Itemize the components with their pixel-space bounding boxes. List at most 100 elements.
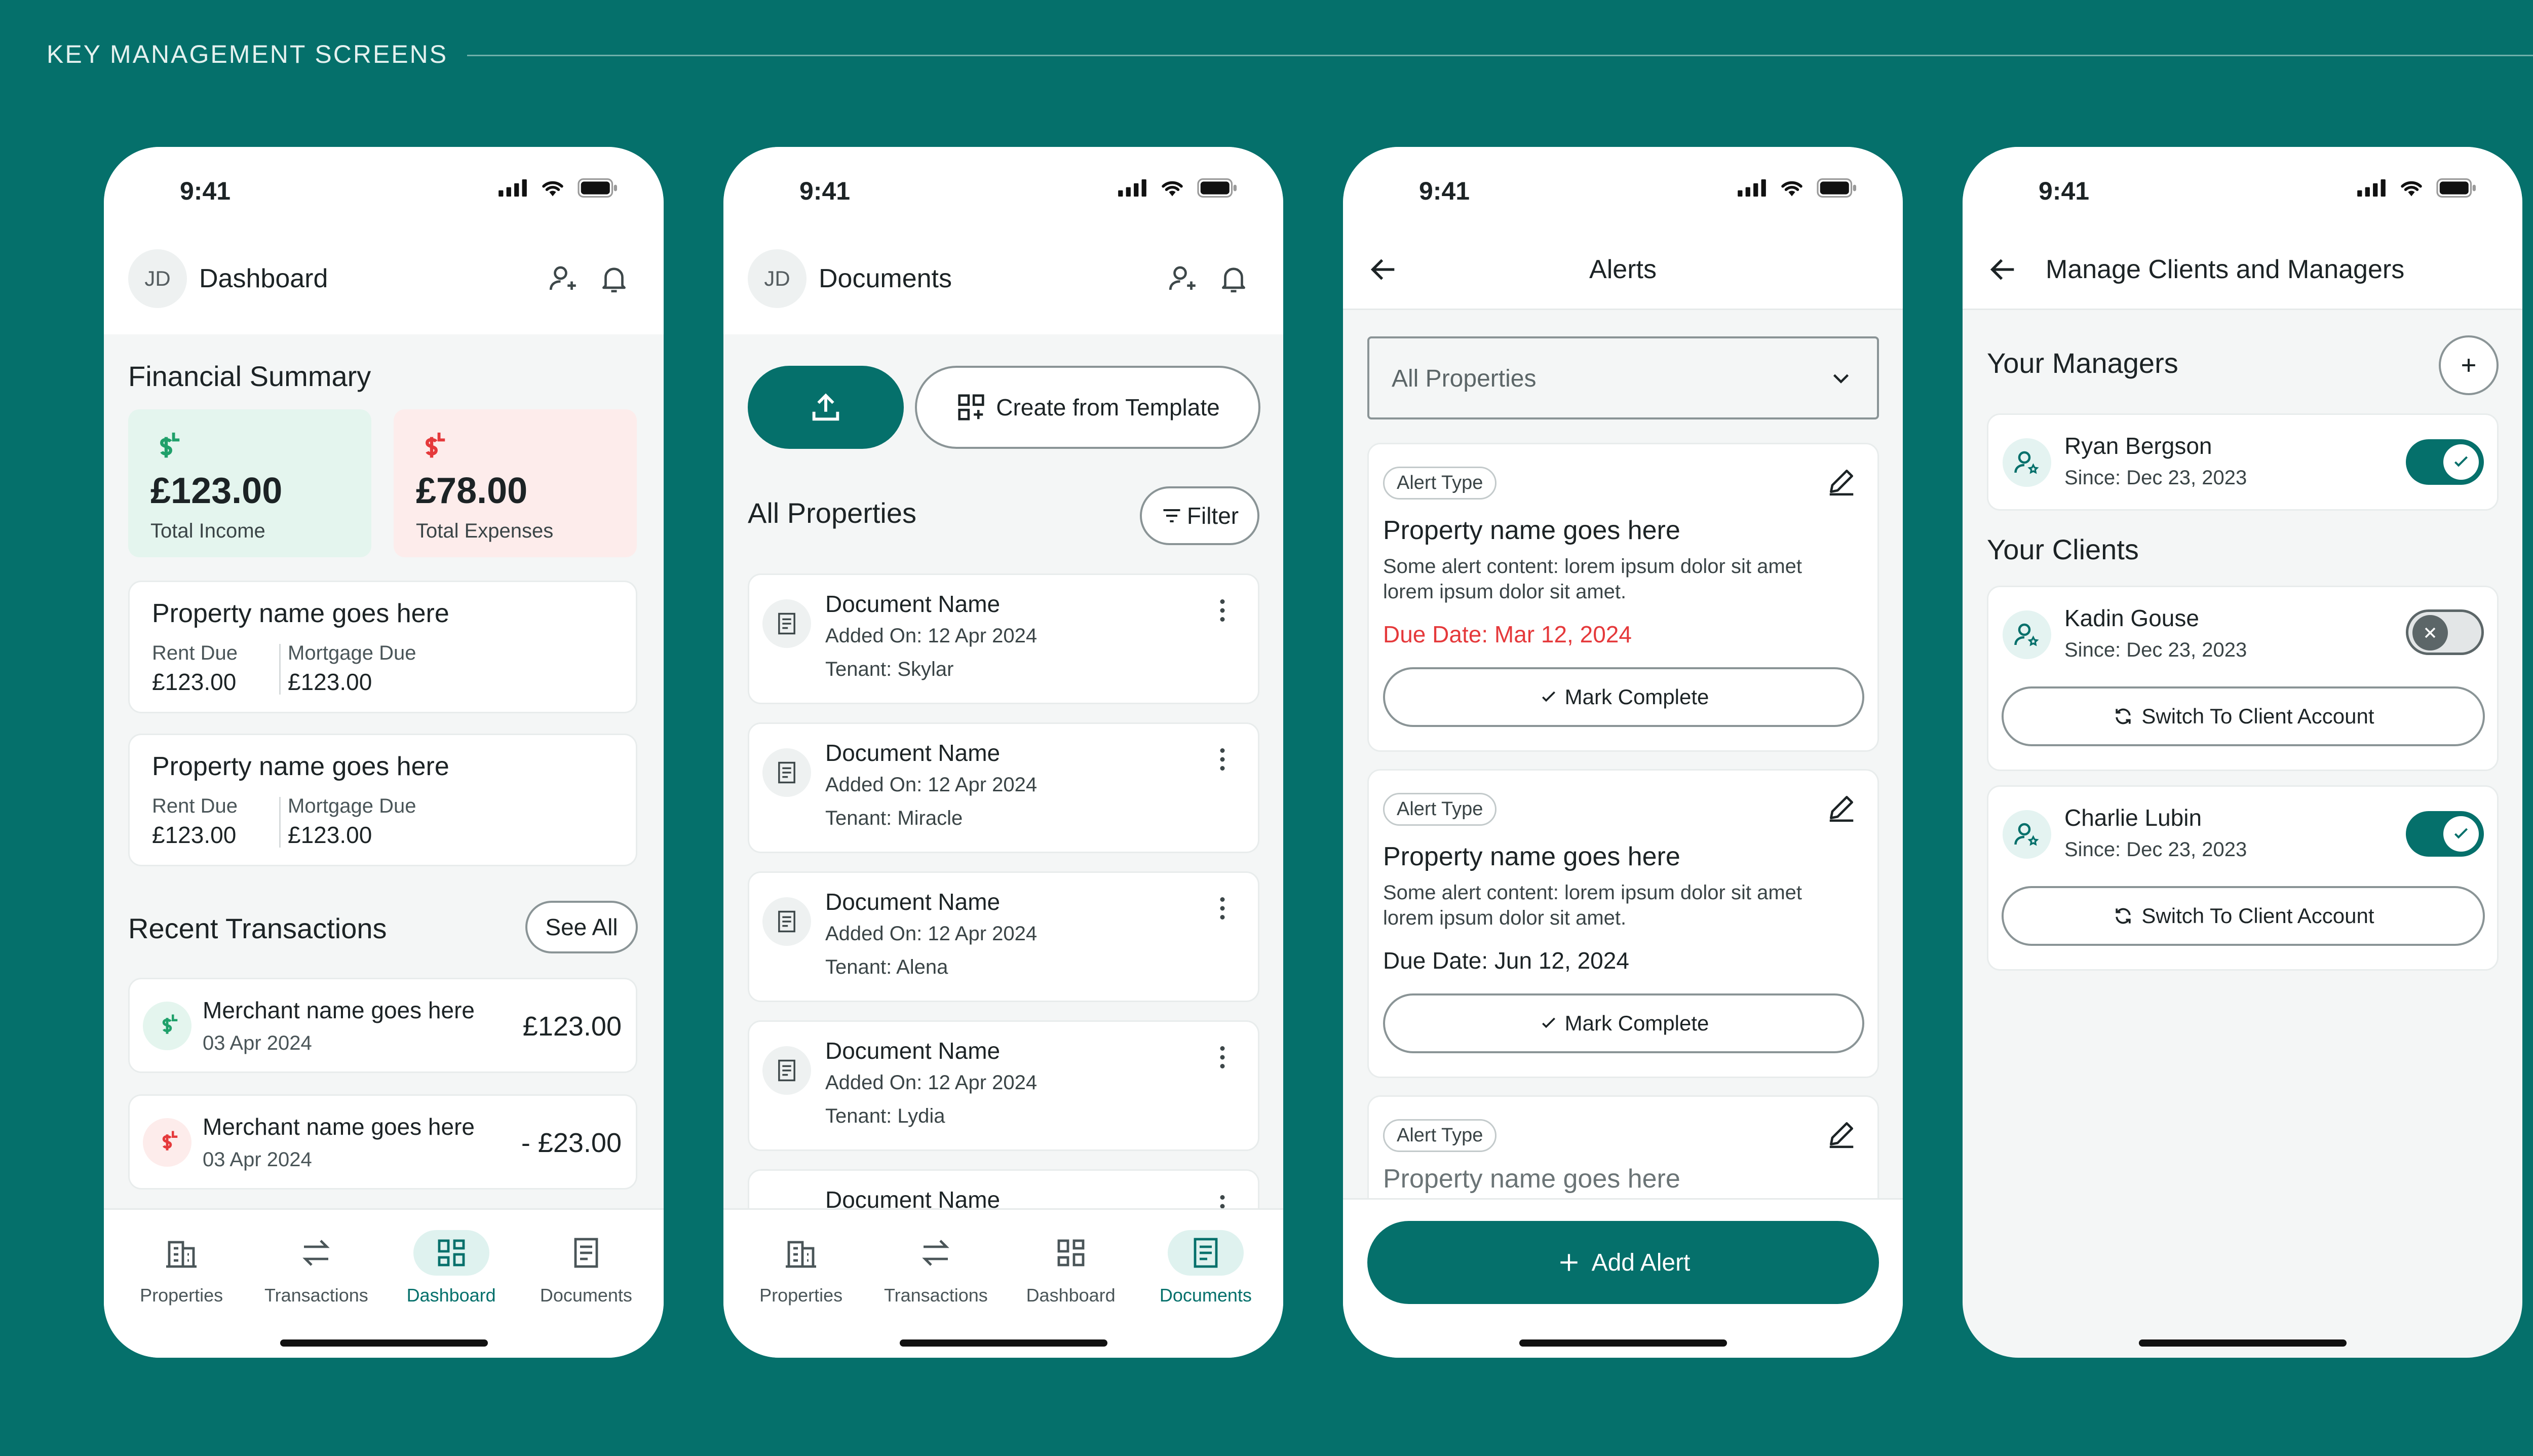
nav-label: Documents <box>1159 1285 1252 1306</box>
filter-button[interactable]: Filter <box>1140 486 1259 545</box>
toggle-knob <box>2443 444 2479 480</box>
status-time: 9:41 <box>2039 177 2090 205</box>
close-icon <box>2425 627 2436 638</box>
wifi-icon <box>1159 179 1186 197</box>
bell-icon <box>597 262 631 295</box>
section-title-your-clients: Your Clients <box>1987 533 2139 565</box>
mark-complete-button[interactable]: Mark Complete <box>1383 993 1864 1053</box>
transaction-date: 03 Apr 2024 <box>203 1148 312 1171</box>
income-card[interactable]: £123.00 Total Income <box>128 409 371 557</box>
add-manager-button[interactable] <box>2439 335 2499 395</box>
dollar-out-icon <box>153 1129 181 1156</box>
transaction-row[interactable]: Merchant name goes here 03 Apr 2024 £123… <box>128 978 637 1073</box>
document-row[interactable]: Document Name Added On: 12 Apr 2024 Tena… <box>748 871 1259 1002</box>
switch-account-label: Switch To Client Account <box>2141 904 2374 928</box>
nav-item-properties[interactable]: Properties <box>740 1230 862 1306</box>
person-star-icon <box>2012 447 2042 478</box>
expense-card[interactable]: £78.00 Total Expenses <box>394 409 637 557</box>
nav-item-dashboard[interactable]: Dashboard <box>391 1230 512 1306</box>
notifications-button[interactable] <box>589 253 639 304</box>
add-alert-label: Add Alert <box>1591 1249 1691 1276</box>
document-row[interactable]: Document Name Added On: 12 Apr 2024 Tena… <box>748 573 1259 704</box>
mark-complete-label: Mark Complete <box>1564 685 1709 709</box>
status-time: 9:41 <box>180 177 231 205</box>
document-icon-badge <box>762 897 811 946</box>
nav-item-properties[interactable]: Properties <box>121 1230 242 1306</box>
document-added: Added On: 12 Apr 2024 <box>825 923 1038 945</box>
transaction-amount: £123.00 <box>522 1011 622 1042</box>
switch-account-button[interactable]: Switch To Client Account <box>2002 886 2485 946</box>
edit-icon[interactable] <box>1826 1118 1857 1150</box>
document-tenant: Tenant: Alena <box>825 956 948 978</box>
transaction-row[interactable]: Merchant name goes here 03 Apr 2024 - £2… <box>128 1094 637 1190</box>
more-icon[interactable] <box>1207 893 1238 924</box>
edit-icon[interactable] <box>1826 792 1857 823</box>
client-toggle[interactable] <box>2406 609 2484 655</box>
dollar-in-icon <box>148 430 184 465</box>
profile-button[interactable] <box>538 253 589 304</box>
more-icon[interactable] <box>1207 595 1238 626</box>
toggle-knob <box>2443 816 2479 852</box>
nav-item-documents[interactable]: Documents <box>525 1230 647 1306</box>
mortgage-label: Mortgage Due <box>288 642 416 664</box>
mortgage-label: Mortgage Due <box>288 795 416 817</box>
client-row[interactable]: Charlie Lubin Since: Dec 23, 2023 Switch… <box>1987 785 2499 971</box>
alert-card[interactable]: Alert Type Property name goes here Some … <box>1367 443 1879 752</box>
property-card[interactable]: Property name goes here Rent Due £123.00… <box>128 734 637 866</box>
building-icon <box>783 1235 819 1271</box>
transaction-amount: - £23.00 <box>521 1128 622 1158</box>
create-template-button[interactable]: Create from Template <box>915 366 1260 449</box>
manager-toggle[interactable] <box>2406 439 2484 485</box>
expense-label: Total Expenses <box>416 520 554 542</box>
plus-icon <box>2462 359 2475 372</box>
client-row[interactable]: Kadin Gouse Since: Dec 23, 2023 Switch T… <box>1987 586 2499 771</box>
nav-item-documents[interactable]: Documents <box>1145 1230 1267 1306</box>
document-icon <box>568 1235 604 1271</box>
alert-content: Some alert content: lorem ipsum dolor si… <box>1383 555 1802 603</box>
more-icon[interactable] <box>1207 1042 1238 1072</box>
property-card[interactable]: Property name goes here Rent Due £123.00… <box>128 581 637 713</box>
alert-card[interactable]: Alert Type Property name goes here Some … <box>1367 769 1879 1078</box>
add-alert-button[interactable]: Add Alert <box>1367 1221 1879 1304</box>
signal-icon <box>2356 179 2387 197</box>
switch-account-button[interactable]: Switch To Client Account <box>2002 686 2485 746</box>
check-icon <box>2454 456 2468 467</box>
edit-icon[interactable] <box>1826 466 1857 497</box>
back-arrow-icon[interactable] <box>1987 253 2019 286</box>
document-row[interactable]: Document Name Added On: 12 Apr 2024 Tena… <box>748 722 1259 853</box>
refresh-icon <box>2112 905 2134 927</box>
manager-row[interactable]: Ryan Bergson Since: Dec 23, 2023 <box>1987 413 2499 511</box>
upload-button[interactable] <box>748 366 904 449</box>
person-star-icon <box>2012 819 2042 850</box>
bell-icon <box>1217 262 1250 295</box>
nav-item-dashboard[interactable]: Dashboard <box>1010 1230 1132 1306</box>
nav-label: Transactions <box>264 1285 368 1306</box>
document-row[interactable]: Document Name Added On: 12 Apr 2024 Tena… <box>748 1020 1259 1151</box>
profile-button[interactable] <box>1158 253 1208 304</box>
notifications-button[interactable] <box>1208 253 1259 304</box>
nav-item-transactions[interactable]: Transactions <box>255 1230 377 1306</box>
toggle-knob <box>2412 615 2448 650</box>
more-icon[interactable] <box>1207 744 1238 775</box>
alert-property: Property name goes here <box>1383 1164 1680 1194</box>
client-toggle[interactable] <box>2406 811 2484 857</box>
check-icon <box>2454 828 2468 839</box>
screen-title: Dashboard <box>199 264 328 293</box>
property-select[interactable]: All Properties <box>1367 336 1879 419</box>
document-added: Added On: 12 Apr 2024 <box>825 774 1038 796</box>
mark-complete-button[interactable]: Mark Complete <box>1383 667 1864 727</box>
rent-value: £123.00 <box>152 669 237 695</box>
avatar[interactable]: JD <box>748 249 807 308</box>
see-all-button[interactable]: See All <box>525 901 638 953</box>
create-template-label: Create from Template <box>996 394 1220 420</box>
phone-clients-managers: 9:41 Manage Clients and Managers Your Ma… <box>1963 147 2522 1358</box>
header-divider <box>467 54 2533 56</box>
status-bar: 9:41 <box>1343 147 1903 236</box>
status-bar: 9:41 <box>1963 147 2522 236</box>
avatar[interactable]: JD <box>128 249 187 308</box>
manager-since: Since: Dec 23, 2023 <box>2064 467 2247 489</box>
nav-item-transactions[interactable]: Transactions <box>875 1230 996 1306</box>
alert-type-chip: Alert Type <box>1383 1119 1497 1152</box>
chip-label: Alert Type <box>1383 793 1497 826</box>
section-title-all-properties: All Properties <box>748 497 917 529</box>
